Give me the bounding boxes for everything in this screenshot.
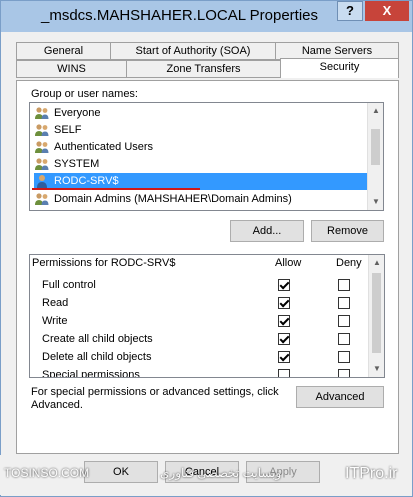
deny-checkbox[interactable] [338, 333, 350, 345]
allow-checkbox[interactable] [278, 369, 290, 377]
scroll-down-icon[interactable]: ▼ [369, 361, 384, 377]
deny-checkbox[interactable] [338, 279, 350, 291]
scroll-up-icon[interactable]: ▲ [369, 255, 384, 271]
list-item-label: SYSTEM [54, 158, 100, 170]
dialog-footer: OK Cancel Apply TOSINSO.COM وبسایت تخصصی… [0, 455, 411, 495]
remove-button[interactable]: Remove [311, 220, 384, 242]
scroll-thumb[interactable] [372, 273, 381, 353]
tab-security[interactable]: Security [280, 58, 399, 78]
close-button[interactable]: X [365, 1, 409, 21]
users-group-icon [35, 141, 49, 153]
permission-name: Special permissions [42, 369, 140, 378]
groups-label: Group or user names: [31, 88, 138, 100]
scroll-thumb[interactable] [371, 129, 380, 165]
group-list-scrollbar[interactable]: ▲ ▼ [367, 103, 383, 210]
permissions-label: Permissions for RODC-SRV$ [32, 257, 176, 269]
tab-zone-transfers-label: Zone Transfers [166, 63, 241, 75]
allow-header: Allow [275, 257, 302, 269]
allow-checkbox[interactable] [278, 333, 290, 345]
user-icon [37, 175, 47, 188]
tab-zone-transfers[interactable]: Zone Transfers [126, 60, 281, 78]
users-group-icon [35, 193, 49, 205]
tab-wins[interactable]: WINS [16, 60, 127, 78]
users-group-icon [35, 158, 49, 170]
permissions-box: Permissions for RODC-SRV$ Allow Deny Ful… [29, 254, 385, 378]
deny-checkbox[interactable] [338, 351, 350, 363]
watermark-right: ITPro.ir [345, 465, 398, 482]
watermark-left: TOSINSO.COM [4, 466, 90, 480]
scroll-up-icon[interactable]: ▲ [368, 103, 383, 119]
tab-security-label: Security [319, 61, 360, 73]
users-group-icon [35, 124, 49, 136]
tab-wins-label: WINS [57, 63, 86, 75]
window-title: _msdcs.MAHSHAHER.LOCAL Properties [41, 7, 319, 24]
list-item-label: Authenticated Users [54, 141, 154, 153]
permission-name: Write [42, 315, 68, 327]
permission-name: Delete all child objects [42, 351, 152, 363]
allow-checkbox[interactable] [278, 297, 290, 309]
deny-checkbox[interactable] [338, 369, 350, 377]
title-bar[interactable]: _msdcs.MAHSHAHER.LOCAL Properties ? X [1, 1, 412, 32]
list-item[interactable]: SYSTEM [34, 156, 369, 173]
users-group-icon [35, 107, 49, 119]
ok-button[interactable]: OK [84, 461, 158, 483]
permission-name: Read [42, 297, 69, 309]
allow-checkbox[interactable] [278, 279, 290, 291]
tab-general-label: General [43, 45, 84, 57]
highlight-underline [32, 188, 200, 190]
tab-soa-label: Start of Authority (SOA) [135, 45, 251, 57]
advanced-button[interactable]: Advanced [296, 386, 384, 408]
list-item-label: Domain Admins (MAHSHAHER\Domain Admins) [54, 193, 292, 205]
list-item[interactable]: SELF [34, 122, 369, 139]
permission-name: Full control [42, 279, 96, 291]
scroll-down-icon[interactable]: ▼ [368, 194, 383, 210]
permissions-scrollbar[interactable]: ▲ ▼ [368, 255, 384, 377]
permission-name: Create all child objects [42, 333, 153, 345]
list-item[interactable]: Authenticated Users [34, 139, 369, 156]
list-item-label: SELF [54, 124, 82, 136]
help-button[interactable]: ? [337, 1, 363, 21]
deny-header: Deny [336, 257, 362, 269]
add-button[interactable]: Add... [230, 220, 304, 242]
list-item-label: Everyone [54, 107, 101, 119]
list-item[interactable]: Domain Admins (MAHSHAHER\Domain Admins) [34, 191, 369, 208]
advanced-hint-text: For special permissions or advanced sett… [31, 386, 279, 411]
allow-checkbox[interactable] [278, 351, 290, 363]
tab-name-servers-label: Name Servers [301, 45, 373, 57]
tab-general[interactable]: General [16, 42, 111, 60]
allow-checkbox[interactable] [278, 315, 290, 327]
tab-soa[interactable]: Start of Authority (SOA) [110, 42, 276, 60]
deny-checkbox[interactable] [338, 297, 350, 309]
group-user-list[interactable]: Everyone SELF Authenticated Users SYSTEM… [29, 102, 384, 211]
watermark-mid: وبسایت تخصصی فناوری [160, 466, 282, 480]
list-item[interactable]: Everyone [34, 105, 369, 122]
deny-checkbox[interactable] [338, 315, 350, 327]
